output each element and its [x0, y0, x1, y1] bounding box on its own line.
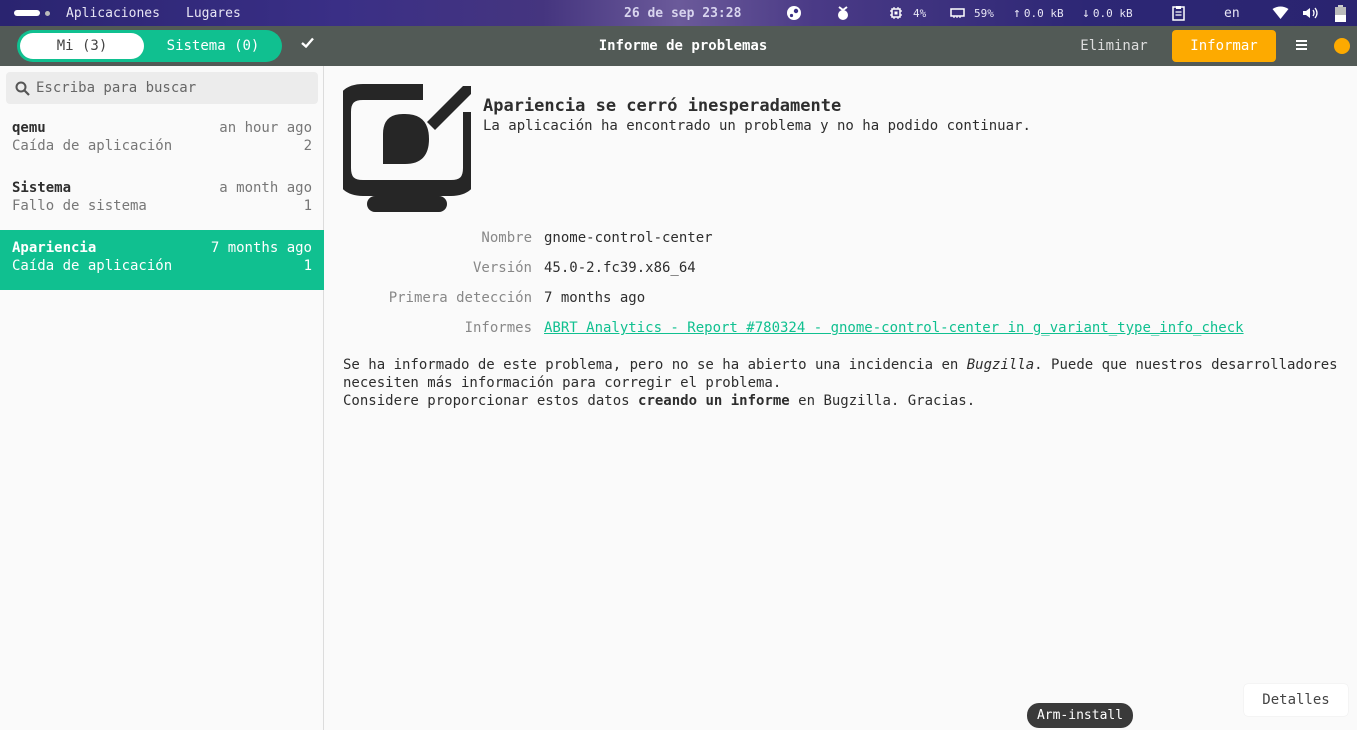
list-item-time: an hour ago — [219, 120, 312, 136]
report-button[interactable]: Informar — [1172, 30, 1276, 62]
cpu-indicator[interactable]: 4% — [889, 0, 926, 26]
net-up-indicator[interactable]: ↑ 0.0 kB — [1013, 0, 1064, 26]
report-link[interactable]: ABRT Analytics - Report #780324 - gnome-… — [544, 320, 1244, 336]
net-up-value: 0.0 kB — [1023, 6, 1064, 20]
list-item-type: Caída de aplicación — [12, 138, 173, 154]
places-menu[interactable]: Lugares — [186, 0, 241, 26]
steam-icon[interactable] — [786, 0, 802, 26]
volume-icon[interactable] — [1302, 0, 1319, 26]
search-input[interactable] — [36, 80, 306, 96]
net-down-indicator[interactable]: ↓ 0.0 kB — [1082, 0, 1133, 26]
list-item-name: Apariencia — [12, 240, 97, 256]
wifi-icon[interactable] — [1272, 0, 1289, 26]
appearance-app-icon — [343, 84, 471, 212]
header-bar: Mi (3) Sistema (0) Informe de problemas … — [0, 26, 1357, 66]
info-text: en Bugzilla. Gracias. — [789, 393, 976, 409]
hamburger-menu-icon[interactable] — [1296, 38, 1312, 54]
workspace-indicator[interactable] — [14, 0, 50, 26]
info-paragraph: Se ha informado de este problema, pero n… — [343, 356, 1343, 410]
keyboard-layout[interactable]: en — [1224, 0, 1240, 26]
problem-title: Apariencia se cerró inesperadamente — [483, 96, 842, 116]
create-report-emphasis: creando un informe — [638, 393, 790, 409]
reports-label: Informes — [464, 320, 532, 336]
first-detected-label: Primera detección — [388, 290, 532, 306]
view-switcher: Mi (3) Sistema (0) — [17, 30, 282, 62]
info-text: Se ha informado de este problema, pero n… — [343, 357, 967, 373]
bugzilla-emphasis: Bugzilla — [966, 357, 1035, 373]
info-text: Considere proporcionar estos datos — [343, 393, 639, 409]
search-box[interactable] — [6, 72, 318, 104]
list-item-time: a month ago — [219, 180, 312, 196]
list-item-count: 2 — [303, 138, 312, 154]
list-item-name: qemu — [12, 120, 46, 136]
memory-value: 59% — [974, 6, 994, 20]
list-item-type: Caída de aplicación — [12, 258, 173, 274]
search-icon — [15, 81, 30, 96]
battery-icon[interactable] — [1334, 0, 1347, 26]
arrow-up-icon: ↑ — [1013, 5, 1021, 21]
problem-details: Apariencia se cerró inesperadamente La a… — [325, 66, 1357, 730]
top-panel: Aplicaciones Lugares 26 de sep 23:28 4% … — [0, 0, 1357, 26]
cpu-value: 4% — [913, 6, 927, 20]
select-checkmark-icon[interactable] — [301, 37, 317, 53]
version-label: Versión — [472, 260, 532, 276]
name-value: gnome-control-center — [544, 230, 713, 246]
list-item[interactable]: Sistema a month ago Fallo de sistema 1 — [0, 170, 324, 230]
tab-mine[interactable]: Mi (3) — [20, 33, 144, 59]
name-label: Nombre — [481, 230, 532, 246]
first-detected-value: 7 months ago — [544, 290, 646, 306]
window-title: Informe de problemas — [598, 38, 768, 54]
version-value: 45.0-2.fc39.x86_64 — [544, 260, 696, 276]
delete-button[interactable]: Eliminar — [1066, 30, 1162, 62]
net-down-value: 0.0 kB — [1092, 6, 1133, 20]
raspberry-icon[interactable] — [836, 0, 850, 26]
window-control-button[interactable] — [1334, 38, 1350, 54]
clock[interactable]: 26 de sep 23:28 — [624, 0, 741, 26]
details-button[interactable]: Detalles — [1244, 684, 1348, 716]
list-item-count: 1 — [303, 258, 312, 274]
arrow-down-icon: ↓ — [1082, 5, 1090, 21]
memory-indicator[interactable]: 59% — [950, 0, 994, 26]
reports-value: ABRT Analytics - Report #780324 - gnome-… — [544, 320, 1244, 336]
problem-subtitle: La aplicación ha encontrado un problema … — [483, 118, 1031, 134]
list-item-selected[interactable]: Apariencia 7 months ago Caída de aplicac… — [0, 230, 324, 290]
applications-menu[interactable]: Aplicaciones — [66, 0, 160, 26]
list-item-count: 1 — [303, 198, 312, 214]
list-item-name: Sistema — [12, 180, 72, 196]
list-item-type: Fallo de sistema — [12, 198, 147, 214]
list-item-time: 7 months ago — [210, 240, 312, 256]
clipboard-icon[interactable] — [1172, 0, 1185, 26]
tab-system[interactable]: Sistema (0) — [147, 33, 279, 59]
memory-icon — [950, 8, 965, 18]
cpu-icon — [890, 7, 902, 19]
problem-list-sidebar: qemu an hour ago Caída de aplicación 2 S… — [0, 66, 324, 730]
list-item[interactable]: qemu an hour ago Caída de aplicación 2 — [0, 110, 324, 170]
dock-tooltip: Arm-install — [1027, 703, 1133, 728]
